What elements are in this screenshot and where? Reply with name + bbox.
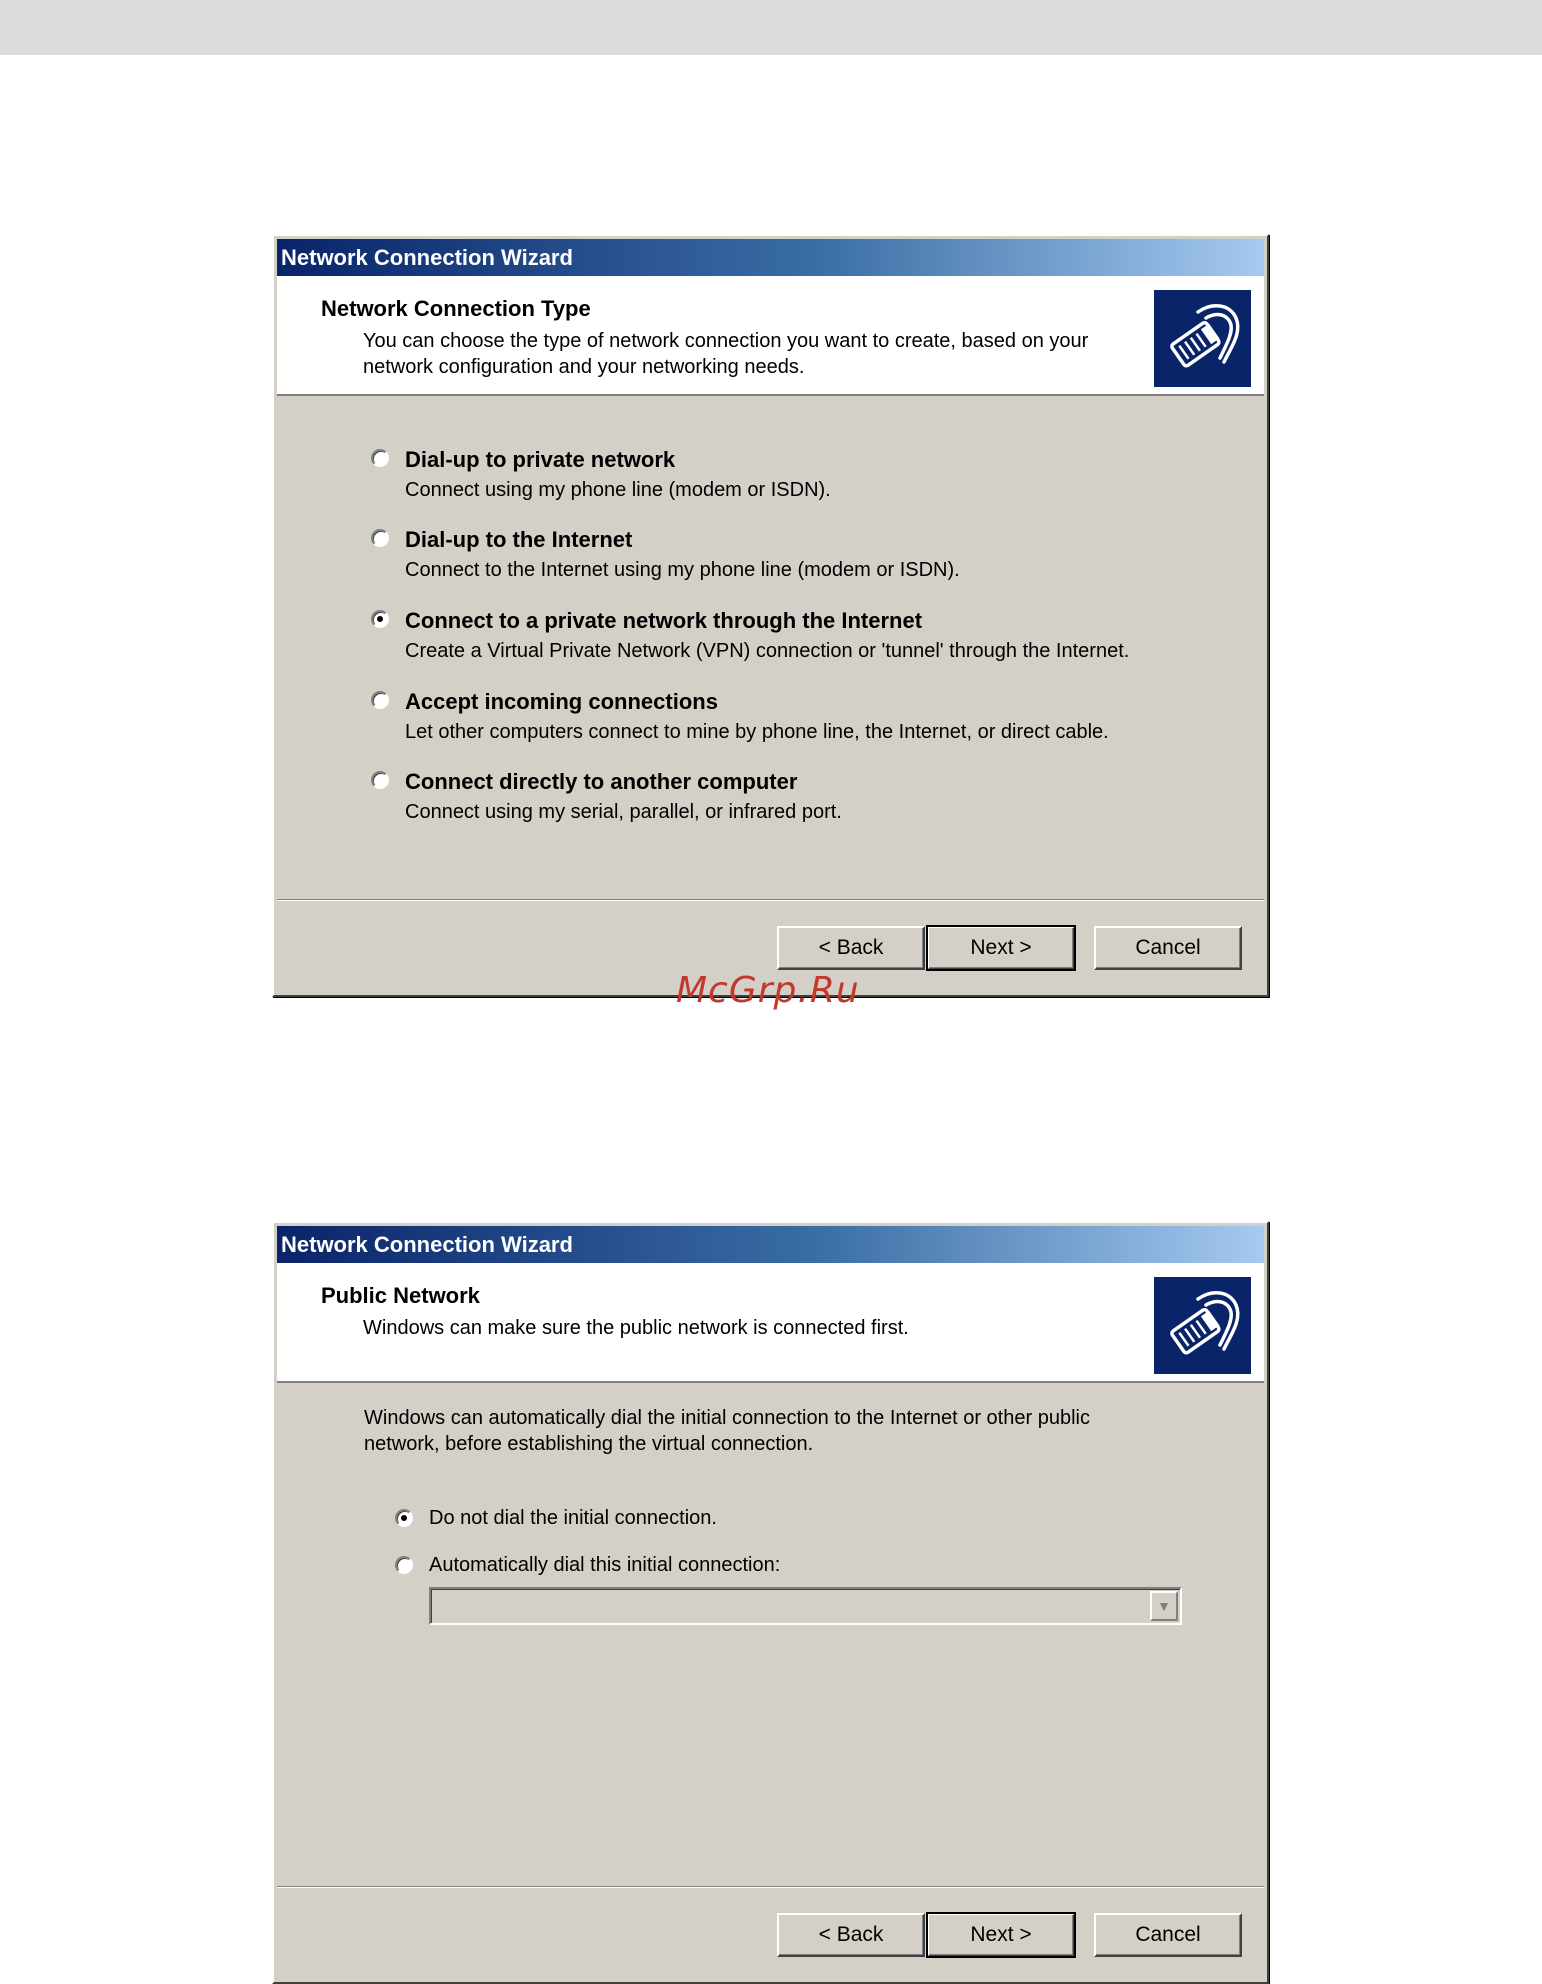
option-connect-private-network-internet[interactable]: Connect to a private network through the… (405, 608, 922, 634)
option-description: Connect to the Internet using my phone l… (405, 559, 960, 581)
option-description: Let other computers connect to mine by p… (405, 721, 1109, 743)
watermark: McGrp.Ru (676, 970, 860, 1011)
header-subtitle: You can choose the type of network conne… (363, 330, 1089, 378)
network-cable-icon (1154, 290, 1251, 387)
button-separator (277, 1886, 1264, 1888)
cancel-button[interactable]: Cancel (1094, 1913, 1242, 1957)
window-title: Network Connection Wizard (277, 1226, 1264, 1263)
radio-accept-incoming-connections[interactable] (371, 691, 389, 709)
option-description: Create a Virtual Private Network (VPN) c… (405, 640, 1130, 662)
next-button[interactable]: Next > (926, 925, 1076, 971)
button-separator (277, 899, 1264, 901)
back-button[interactable]: < Back (777, 926, 925, 970)
option-accept-incoming-connections[interactable]: Accept incoming connections (405, 689, 718, 715)
chevron-down-icon[interactable]: ▼ (1150, 1591, 1178, 1621)
option-description: Connect using my serial, parallel, or in… (405, 801, 842, 823)
option-connect-directly[interactable]: Connect directly to another computer (405, 769, 797, 795)
description-text: Windows can automatically dial the initi… (364, 1407, 1090, 1455)
radio-auto-dial[interactable] (395, 1556, 413, 1574)
cancel-button[interactable]: Cancel (1094, 926, 1242, 970)
next-button[interactable]: Next > (926, 1912, 1076, 1958)
radio-dial-up-internet[interactable] (371, 529, 389, 547)
header-title: Public Network (321, 1283, 480, 1308)
radio-dial-up-private-network[interactable] (371, 449, 389, 467)
wizard-header: Public Network Windows can make sure the… (277, 1263, 1264, 1383)
network-connection-wizard-public-network-dialog: Network Connection Wizard Public Network… (272, 1221, 1269, 1984)
radio-connect-directly[interactable] (371, 771, 389, 789)
wizard-header: Network Connection Type You can choose t… (277, 276, 1264, 396)
window-title: Network Connection Wizard (277, 239, 1264, 276)
option-dial-up-private-network[interactable]: Dial-up to private network (405, 447, 675, 473)
header-title: Network Connection Type (321, 296, 591, 321)
radio-connect-private-network-internet[interactable] (371, 610, 389, 628)
radio-do-not-dial[interactable] (395, 1509, 413, 1527)
option-dial-up-internet[interactable]: Dial-up to the Internet (405, 527, 632, 553)
network-cable-icon (1154, 1277, 1251, 1374)
network-connection-wizard-type-dialog: Network Connection Wizard Network Connec… (272, 234, 1269, 997)
initial-connection-combo[interactable]: ▼ (429, 1587, 1182, 1625)
option-description: Connect using my phone line (modem or IS… (405, 479, 831, 501)
option-auto-dial[interactable]: Automatically dial this initial connecti… (429, 1554, 780, 1577)
option-do-not-dial[interactable]: Do not dial the initial connection. (429, 1507, 717, 1530)
back-button[interactable]: < Back (777, 1913, 925, 1957)
header-subtitle: Windows can make sure the public network… (363, 1317, 909, 1339)
page-top-bar (0, 0, 1542, 55)
